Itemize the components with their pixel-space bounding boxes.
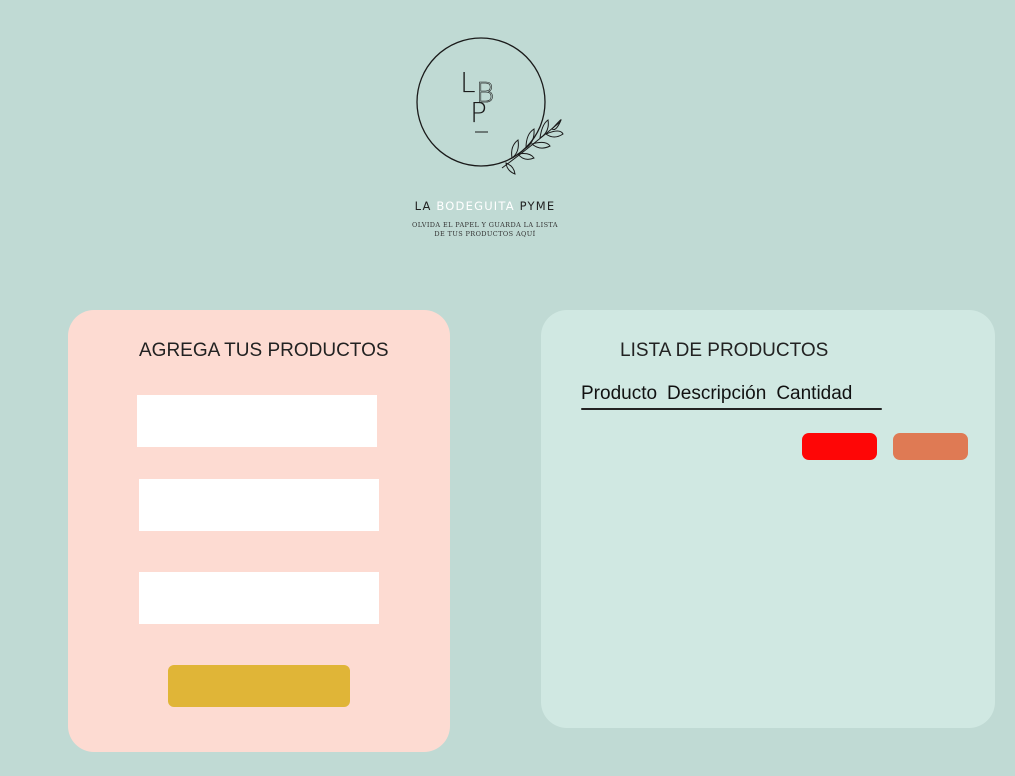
edit-button[interactable] [893,433,968,460]
brand-name: LA BODEGUITA PYME [0,199,970,213]
product-description-input[interactable] [139,479,379,531]
brand-name-part1: LA [414,199,432,213]
brand-logo: L B P [416,37,564,175]
logo-letter-p: P [470,96,487,129]
column-header-quantity: Cantidad [776,383,853,404]
column-header-description: Descripción [667,383,767,404]
add-product-button[interactable] [168,665,350,707]
brand-name-part2: BODEGUITA [436,199,515,213]
header-underline [581,408,882,410]
product-list-panel: LISTA DE PRODUCTOS Producto Descripción … [541,310,995,728]
list-header-row: Producto Descripción Cantidad [581,383,881,405]
add-product-panel: AGREGA TUS PRODUCTOS [68,310,450,752]
logo-letter-l: L [460,66,476,99]
product-list-title: LISTA DE PRODUCTOS [620,340,829,361]
brand-tagline: OLVIDA EL PAPEL Y GUARDA LA LISTA DE TUS… [0,221,970,239]
leaf-branch-icon [501,119,564,175]
add-product-title: AGREGA TUS PRODUCTOS [139,340,389,361]
tagline-line2: DE TUS PRODUCTOS AQUÍ [434,230,536,238]
delete-button[interactable] [802,433,877,460]
tagline-line1: OLVIDA EL PAPEL Y GUARDA LA LISTA [412,221,558,229]
brand-name-part3: PYME [519,199,556,213]
product-name-input[interactable] [137,395,377,447]
column-header-product: Producto [581,383,658,404]
product-quantity-input[interactable] [139,572,379,624]
